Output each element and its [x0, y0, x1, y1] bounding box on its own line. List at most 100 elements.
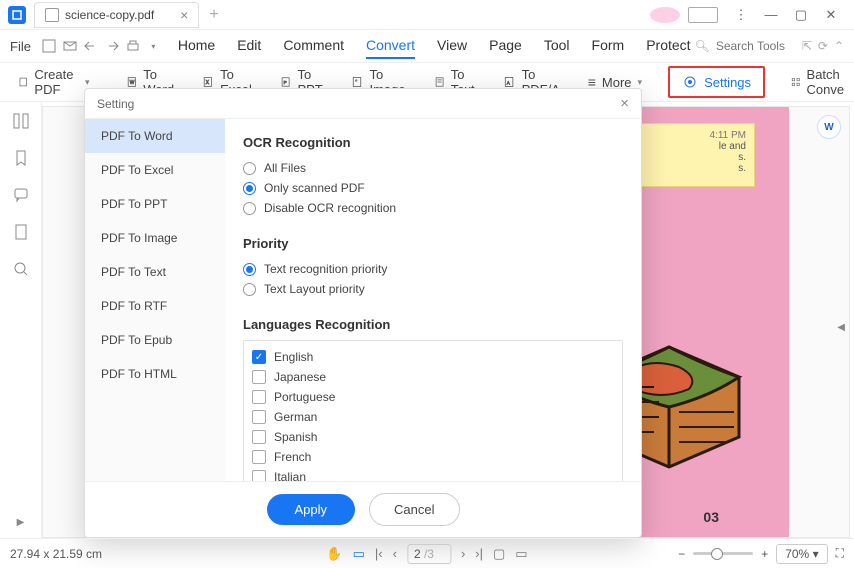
document-tab[interactable]: science-copy.pdf × — [34, 2, 199, 28]
share-icon[interactable]: ⇱ — [802, 39, 812, 53]
attachment-icon[interactable] — [12, 223, 30, 244]
side-pdf-to-epub[interactable]: PDF To Epub — [85, 323, 225, 357]
side-panel: ▶ — [0, 102, 42, 538]
prev-page-icon[interactable]: ‹ — [393, 546, 397, 561]
kebab-icon[interactable]: ⋮ — [726, 7, 756, 23]
expand-icon[interactable]: ▶ — [17, 517, 25, 528]
modal-title: Setting — [97, 97, 134, 111]
radio-only-scanned[interactable] — [243, 182, 256, 195]
search-icon[interactable]: 🔍︎ — [695, 39, 710, 53]
redo-icon[interactable] — [103, 34, 120, 58]
app-icon — [8, 6, 26, 24]
mail-icon[interactable] — [62, 34, 79, 58]
side-pdf-to-image[interactable]: PDF To Image — [85, 221, 225, 255]
app-box-icon[interactable] — [688, 7, 718, 23]
side-pdf-to-text[interactable]: PDF To Text — [85, 255, 225, 289]
chk-spanish[interactable] — [252, 430, 266, 444]
modal-close-icon[interactable]: × — [620, 95, 629, 112]
side-pdf-to-rtf[interactable]: PDF To RTF — [85, 289, 225, 323]
radio-all-files[interactable] — [243, 162, 256, 175]
new-tab-button[interactable]: + — [209, 6, 218, 24]
chk-italian[interactable] — [252, 470, 266, 481]
svg-text:A: A — [507, 80, 511, 85]
svg-text:P: P — [284, 80, 288, 86]
menubar: File ▾ Home Edit Comment Convert View Pa… — [0, 30, 854, 62]
language-list[interactable]: ✓English Japanese Portuguese German Span… — [243, 340, 623, 481]
radio-disable-ocr[interactable] — [243, 202, 256, 215]
svg-text:W: W — [129, 80, 134, 86]
tab-protect[interactable]: Protect — [646, 33, 690, 59]
close-icon[interactable]: × — [180, 7, 188, 23]
print-dropdown-icon[interactable]: ▾ — [145, 34, 162, 58]
page-number-label: 03 — [703, 509, 719, 525]
fit-width-icon[interactable]: ▭ — [515, 546, 527, 562]
apply-button[interactable]: Apply — [267, 494, 356, 525]
hand-tool-icon[interactable]: ✋ — [326, 546, 342, 562]
settings-modal: Setting × PDF To Word PDF To Excel PDF T… — [84, 88, 642, 538]
settings-button[interactable]: Settings — [668, 66, 765, 98]
tab-form[interactable]: Form — [592, 33, 625, 59]
close-button[interactable]: ✕ — [816, 7, 846, 23]
tab-home[interactable]: Home — [178, 33, 215, 59]
fullscreen-icon[interactable]: ⛶ — [836, 546, 844, 561]
first-page-icon[interactable]: |‹ — [375, 546, 383, 561]
zoom-in-icon[interactable]: + — [761, 547, 768, 561]
modal-main: OCR Recognition All Files Only scanned P… — [225, 119, 641, 481]
titlebar: science-copy.pdf × + ⋮ — ▢ ✕ — [0, 0, 854, 30]
chk-english[interactable]: ✓ — [252, 350, 266, 364]
undo-icon[interactable] — [83, 34, 100, 58]
tab-page[interactable]: Page — [489, 33, 522, 59]
statusbar: 27.94 x 21.59 cm ✋ ▭ |‹ ‹ 2 /3 › ›| ▢ ▭ … — [0, 538, 854, 568]
tab-title: science-copy.pdf — [65, 8, 154, 22]
fit-page-icon[interactable]: ▢ — [493, 546, 505, 562]
svg-text:X: X — [206, 80, 210, 86]
cancel-button[interactable]: Cancel — [369, 493, 459, 526]
tab-edit[interactable]: Edit — [237, 33, 261, 59]
lang-heading: Languages Recognition — [243, 317, 623, 332]
collapse-icon[interactable]: ⌃ — [834, 39, 844, 53]
search-panel-icon[interactable] — [12, 260, 30, 281]
page-dimensions: 27.94 x 21.59 cm — [10, 547, 102, 561]
file-menu[interactable]: File — [10, 39, 31, 54]
tab-convert[interactable]: Convert — [366, 33, 415, 59]
save-icon[interactable] — [41, 34, 58, 58]
thumbnails-icon[interactable] — [12, 112, 30, 133]
chk-german[interactable] — [252, 410, 266, 424]
tab-tool[interactable]: Tool — [544, 33, 570, 59]
cloud-icon[interactable]: ⟳ — [818, 39, 828, 53]
chk-french[interactable] — [252, 450, 266, 464]
ocr-heading: OCR Recognition — [243, 135, 623, 150]
theme-icon[interactable] — [650, 7, 680, 23]
batch-convert-button[interactable]: Batch Conve› — [781, 63, 854, 101]
search-input[interactable] — [716, 39, 796, 53]
side-pdf-to-excel[interactable]: PDF To Excel — [85, 153, 225, 187]
minimize-button[interactable]: — — [756, 7, 786, 22]
sticky-note[interactable]: 4:11 PM le and s. s. — [635, 123, 755, 187]
priority-heading: Priority — [243, 236, 623, 251]
ribbon-tabs: Home Edit Comment Convert View Page Tool… — [178, 33, 691, 59]
zoom-out-icon[interactable]: − — [678, 547, 685, 561]
side-pdf-to-ppt[interactable]: PDF To PPT — [85, 187, 225, 221]
page-input[interactable]: 2 /3 — [407, 544, 451, 564]
modal-sidebar: PDF To Word PDF To Excel PDF To PPT PDF … — [85, 119, 225, 481]
zoom-slider[interactable] — [693, 552, 753, 555]
tab-view[interactable]: View — [437, 33, 467, 59]
select-tool-icon[interactable]: ▭ — [353, 546, 365, 562]
next-page-icon[interactable]: › — [461, 546, 465, 561]
right-expand-icon[interactable]: ◀ — [837, 322, 845, 333]
doc-icon — [45, 8, 59, 22]
tab-comment[interactable]: Comment — [283, 33, 344, 59]
side-pdf-to-html[interactable]: PDF To HTML — [85, 357, 225, 391]
chk-japanese[interactable] — [252, 370, 266, 384]
bookmark-icon[interactable] — [12, 149, 30, 170]
comment-icon[interactable] — [12, 186, 30, 207]
radio-text-recog[interactable] — [243, 263, 256, 276]
maximize-button[interactable]: ▢ — [786, 7, 816, 23]
zoom-select[interactable]: 70% ▾ — [776, 544, 827, 564]
chk-portuguese[interactable] — [252, 390, 266, 404]
print-icon[interactable] — [124, 34, 141, 58]
side-pdf-to-word[interactable]: PDF To Word — [85, 119, 225, 153]
word-quick-icon[interactable]: W — [817, 115, 841, 139]
last-page-icon[interactable]: ›| — [475, 546, 483, 561]
radio-text-layout[interactable] — [243, 283, 256, 296]
